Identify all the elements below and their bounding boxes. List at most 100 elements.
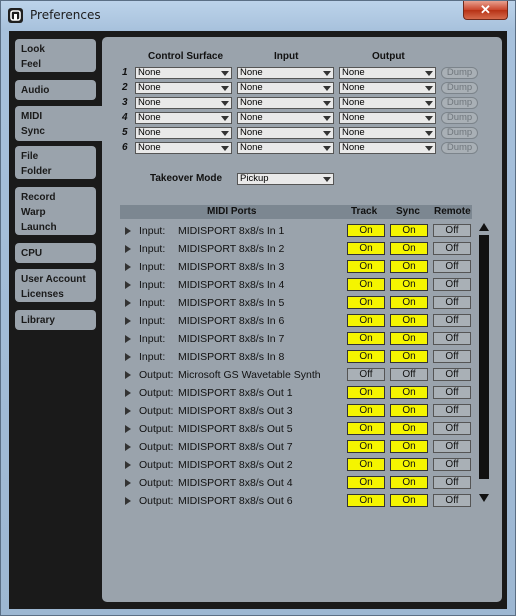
- expand-triangle-icon[interactable]: [125, 425, 131, 433]
- control-surface-input-select[interactable]: None: [237, 112, 334, 124]
- track-toggle[interactable]: On: [347, 242, 385, 255]
- sidebar-tab-user-account-licenses[interactable]: User Account Licenses: [15, 269, 96, 302]
- control-surface-output-select[interactable]: None: [339, 97, 436, 109]
- sidebar-tab-cpu[interactable]: CPU: [15, 243, 96, 263]
- dump-button[interactable]: Dump: [441, 82, 478, 94]
- expand-triangle-icon[interactable]: [125, 443, 131, 451]
- sync-toggle[interactable]: On: [390, 242, 428, 255]
- track-toggle[interactable]: On: [347, 458, 385, 471]
- control-surface-surface-select[interactable]: None: [135, 67, 232, 79]
- sync-toggle[interactable]: On: [390, 296, 428, 309]
- sync-toggle[interactable]: On: [390, 494, 428, 507]
- track-toggle[interactable]: On: [347, 224, 385, 237]
- expand-triangle-icon[interactable]: [125, 407, 131, 415]
- track-toggle[interactable]: On: [347, 314, 385, 327]
- sidebar-tab-midi-sync[interactable]: MIDI Sync: [15, 106, 105, 141]
- expand-triangle-icon[interactable]: [125, 227, 131, 235]
- sync-toggle[interactable]: On: [390, 386, 428, 399]
- expand-triangle-icon[interactable]: [125, 497, 131, 505]
- control-surface-surface-select[interactable]: None: [135, 82, 232, 94]
- sync-toggle[interactable]: On: [390, 278, 428, 291]
- dump-button[interactable]: Dump: [441, 127, 478, 139]
- remote-toggle[interactable]: Off: [433, 494, 471, 507]
- sync-toggle[interactable]: On: [390, 224, 428, 237]
- control-surface-surface-select[interactable]: None: [135, 127, 232, 139]
- remote-toggle[interactable]: Off: [433, 350, 471, 363]
- expand-triangle-icon[interactable]: [125, 263, 131, 271]
- track-toggle[interactable]: Off: [347, 368, 385, 381]
- sync-toggle[interactable]: On: [390, 476, 428, 489]
- track-toggle[interactable]: On: [347, 440, 385, 453]
- sidebar-tab-audio[interactable]: Audio: [15, 80, 96, 100]
- control-surface-output-select[interactable]: None: [339, 127, 436, 139]
- sync-toggle[interactable]: On: [390, 458, 428, 471]
- remote-toggle[interactable]: Off: [433, 260, 471, 273]
- track-toggle[interactable]: On: [347, 386, 385, 399]
- remote-toggle[interactable]: Off: [433, 332, 471, 345]
- track-toggle[interactable]: On: [347, 278, 385, 291]
- control-surface-input-select[interactable]: None: [237, 142, 334, 154]
- remote-toggle[interactable]: Off: [433, 476, 471, 489]
- remote-toggle[interactable]: Off: [433, 314, 471, 327]
- sync-toggle[interactable]: On: [390, 404, 428, 417]
- scrollbar-track[interactable]: [479, 235, 489, 479]
- scroll-down-arrow-icon[interactable]: [479, 494, 489, 502]
- remote-toggle[interactable]: Off: [433, 440, 471, 453]
- control-surface-surface-select[interactable]: None: [135, 142, 232, 154]
- expand-triangle-icon[interactable]: [125, 281, 131, 289]
- control-surface-input-select[interactable]: None: [237, 127, 334, 139]
- sync-toggle[interactable]: On: [390, 350, 428, 363]
- close-button[interactable]: ✕: [463, 1, 508, 20]
- sidebar-tab-look-feel[interactable]: Look Feel: [15, 39, 96, 72]
- track-toggle[interactable]: On: [347, 350, 385, 363]
- expand-triangle-icon[interactable]: [125, 335, 131, 343]
- sync-toggle[interactable]: On: [390, 422, 428, 435]
- expand-triangle-icon[interactable]: [125, 317, 131, 325]
- sidebar-tab-library[interactable]: Library: [15, 310, 96, 330]
- remote-toggle[interactable]: Off: [433, 242, 471, 255]
- sync-toggle[interactable]: On: [390, 332, 428, 345]
- remote-toggle[interactable]: Off: [433, 422, 471, 435]
- control-surface-output-select[interactable]: None: [339, 82, 436, 94]
- remote-toggle[interactable]: Off: [433, 458, 471, 471]
- expand-triangle-icon[interactable]: [125, 461, 131, 469]
- track-toggle[interactable]: On: [347, 422, 385, 435]
- control-surface-output-select[interactable]: None: [339, 112, 436, 124]
- track-toggle[interactable]: On: [347, 260, 385, 273]
- remote-toggle[interactable]: Off: [433, 386, 471, 399]
- dump-button[interactable]: Dump: [441, 97, 478, 109]
- sidebar-tab-record-warp-launch[interactable]: Record Warp Launch: [15, 187, 96, 235]
- dump-button[interactable]: Dump: [441, 142, 478, 154]
- control-surface-surface-select[interactable]: None: [135, 97, 232, 109]
- control-surface-output-select[interactable]: None: [339, 67, 436, 79]
- remote-toggle[interactable]: Off: [433, 278, 471, 291]
- remote-toggle[interactable]: Off: [433, 404, 471, 417]
- remote-toggle[interactable]: Off: [433, 368, 471, 381]
- expand-triangle-icon[interactable]: [125, 353, 131, 361]
- expand-triangle-icon[interactable]: [125, 371, 131, 379]
- scroll-up-arrow-icon[interactable]: [479, 223, 489, 231]
- control-surface-input-select[interactable]: None: [237, 97, 334, 109]
- sync-toggle[interactable]: On: [390, 314, 428, 327]
- expand-triangle-icon[interactable]: [125, 479, 131, 487]
- remote-toggle[interactable]: Off: [433, 296, 471, 309]
- track-toggle[interactable]: On: [347, 296, 385, 309]
- control-surface-input-select[interactable]: None: [237, 67, 334, 79]
- control-surface-output-select[interactable]: None: [339, 142, 436, 154]
- sidebar-tab-file-folder[interactable]: File Folder: [15, 146, 96, 179]
- control-surface-surface-select[interactable]: None: [135, 112, 232, 124]
- takeover-mode-select[interactable]: Pickup: [237, 173, 334, 185]
- track-toggle[interactable]: On: [347, 476, 385, 489]
- remote-toggle[interactable]: Off: [433, 224, 471, 237]
- sync-toggle[interactable]: On: [390, 440, 428, 453]
- expand-triangle-icon[interactable]: [125, 299, 131, 307]
- sync-toggle[interactable]: On: [390, 260, 428, 273]
- track-toggle[interactable]: On: [347, 494, 385, 507]
- sync-toggle[interactable]: Off: [390, 368, 428, 381]
- track-toggle[interactable]: On: [347, 404, 385, 417]
- dump-button[interactable]: Dump: [441, 67, 478, 79]
- expand-triangle-icon[interactable]: [125, 245, 131, 253]
- expand-triangle-icon[interactable]: [125, 389, 131, 397]
- control-surface-input-select[interactable]: None: [237, 82, 334, 94]
- track-toggle[interactable]: On: [347, 332, 385, 345]
